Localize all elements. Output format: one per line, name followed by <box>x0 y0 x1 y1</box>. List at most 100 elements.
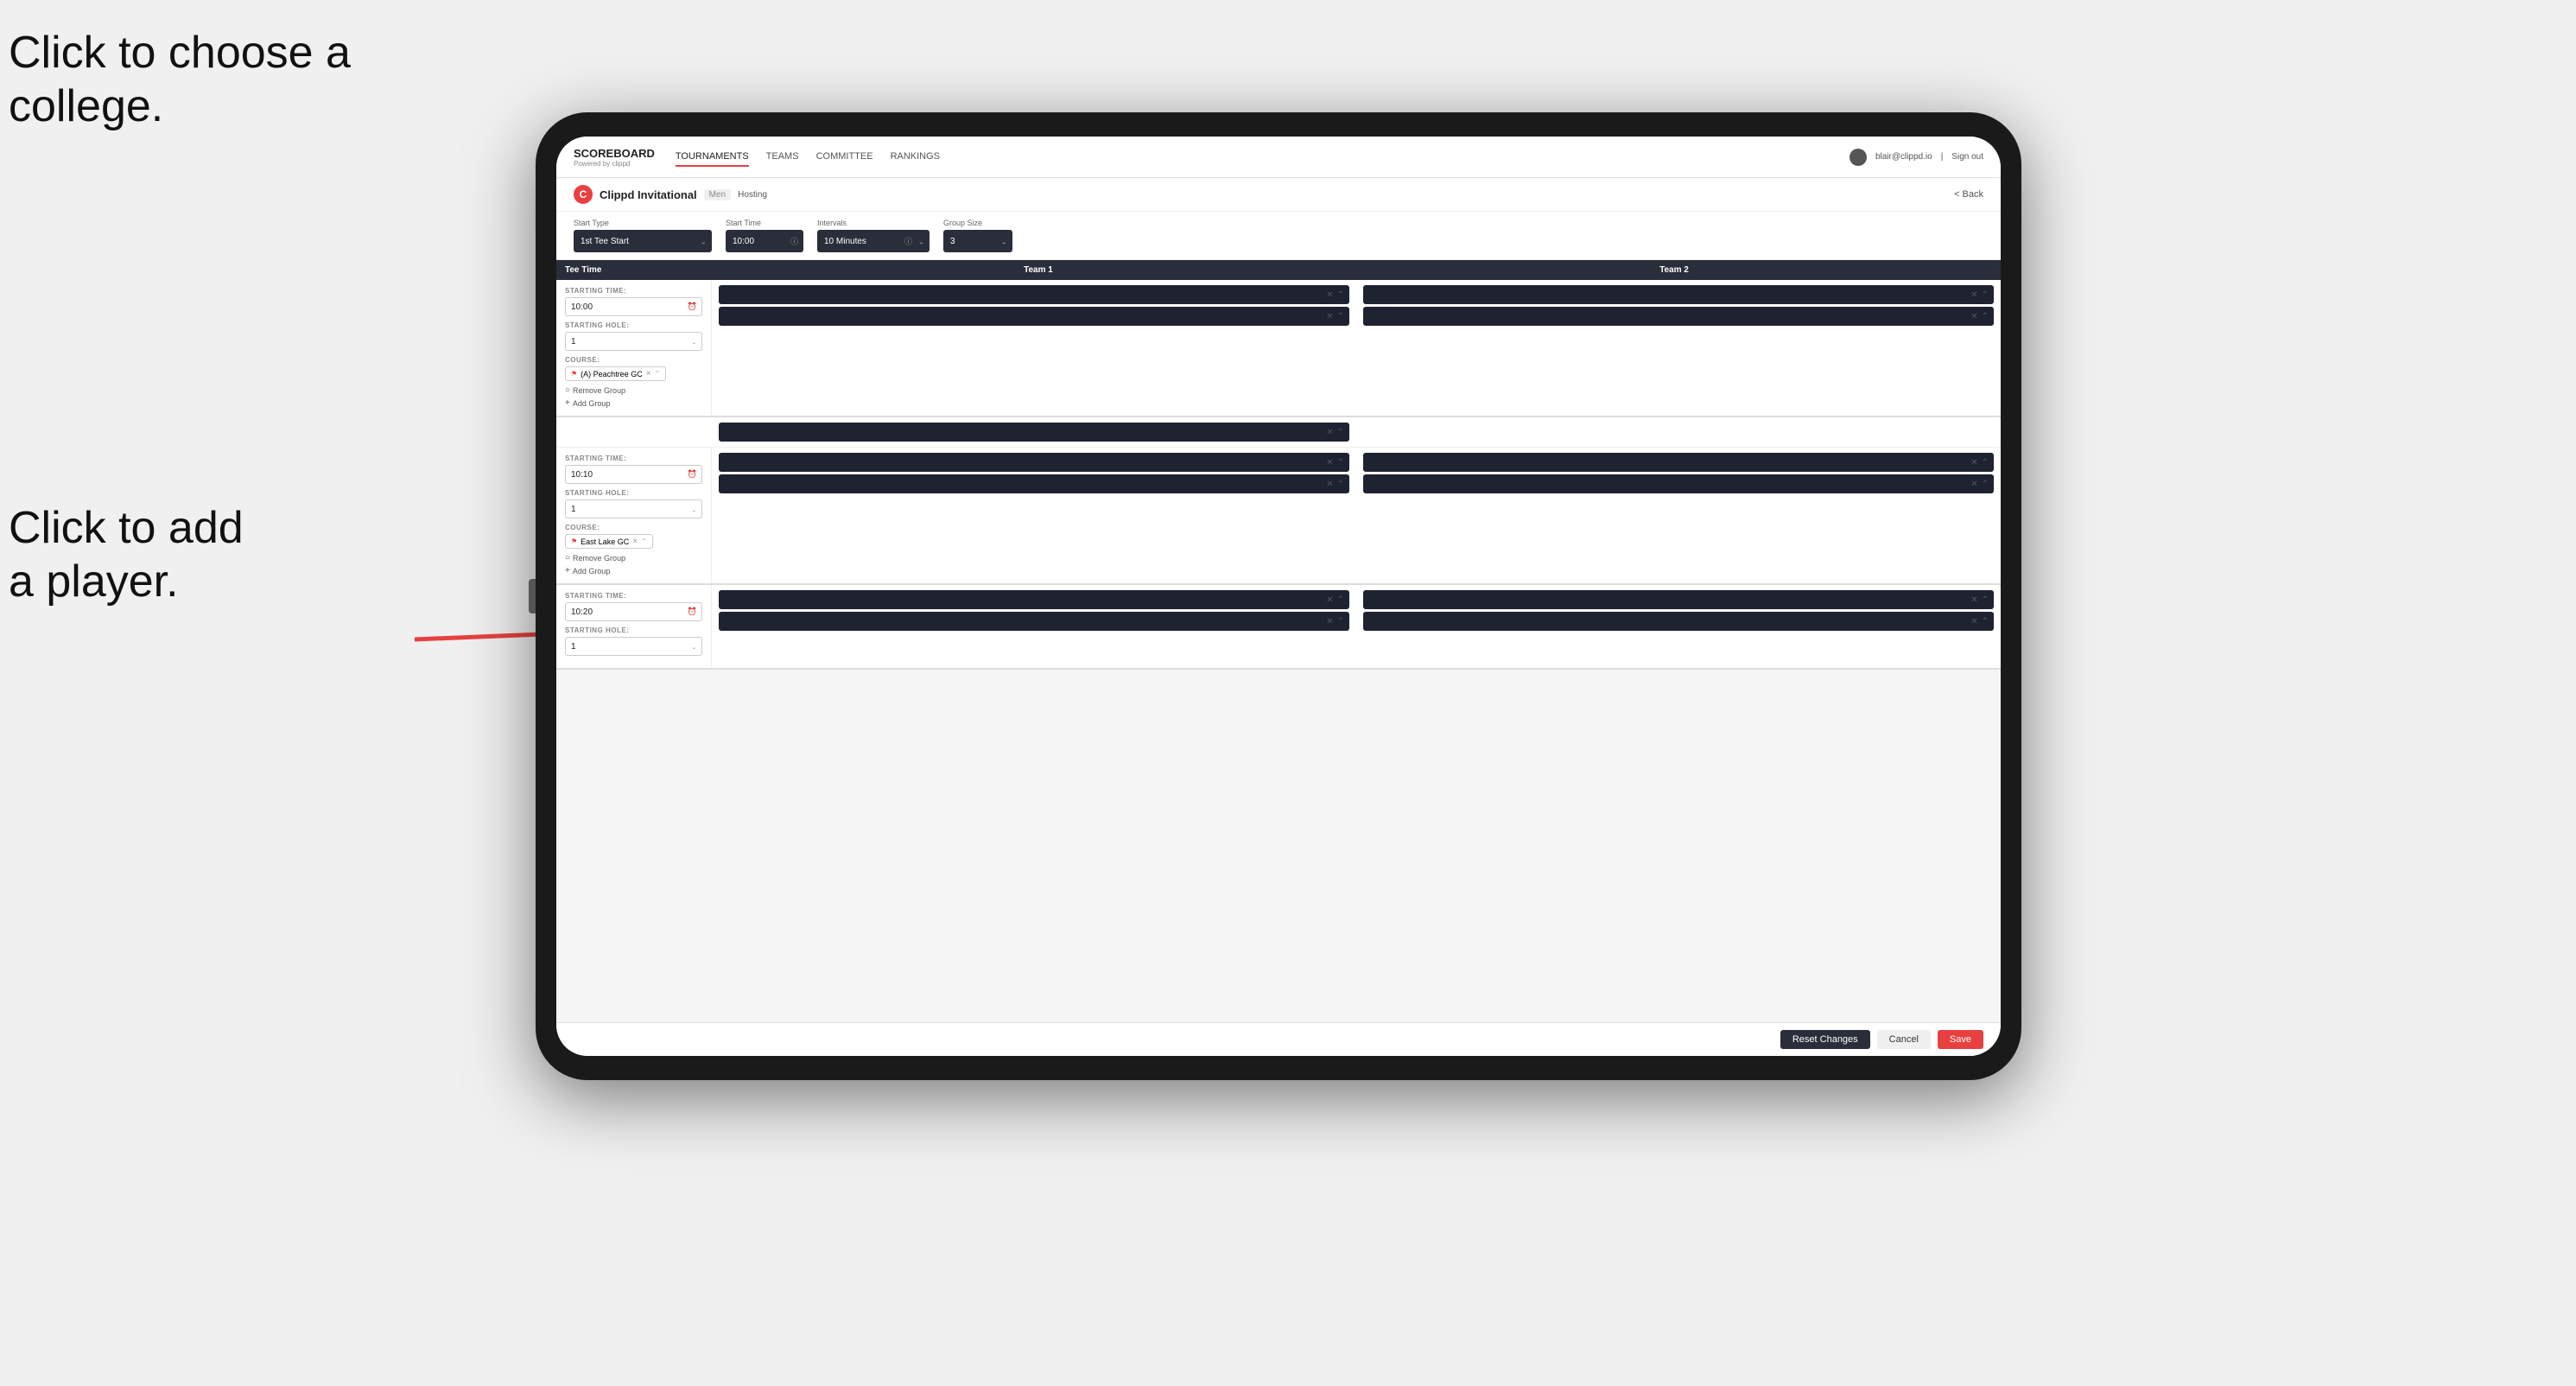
course-tag-1[interactable]: ⚑ (A) Peachtree GC × ⌃ <box>565 366 666 381</box>
group-1-team1: ✕ ⌃ ✕ ⌃ <box>712 280 1356 416</box>
nav-rankings[interactable]: RANKINGS <box>891 148 940 167</box>
tablet-side-button <box>529 579 536 614</box>
expand-icon-1-5[interactable]: ⌃ <box>1337 428 1344 437</box>
close-icon-2-1[interactable]: ✕ <box>1326 458 1333 467</box>
starting-time-input-3[interactable] <box>565 602 702 621</box>
course-expand-2[interactable]: ⌃ <box>641 537 647 545</box>
starting-time-input-wrap-2: ⏰ <box>565 465 702 484</box>
intervals-label: Intervals <box>817 219 930 227</box>
intervals-select[interactable]: 10 Minutes <box>817 230 930 252</box>
expand-icon-1-2[interactable]: ⌃ <box>1337 312 1344 321</box>
start-type-label: Start Type <box>574 219 712 227</box>
expand-icon-2-4[interactable]: ⌃ <box>1982 480 1989 489</box>
annotation-add-player: Click to add a player. <box>9 501 244 609</box>
player-slot-2-4: ✕ ⌃ <box>1363 474 1994 493</box>
table-header: Tee Time Team 1 Team 2 <box>556 260 2001 280</box>
form-controls: Start Type 1st Tee Start Start Time ⓘ In… <box>556 212 2001 260</box>
close-icon-1-1[interactable]: ✕ <box>1326 290 1333 300</box>
player-slot-3-2: ✕ ⌃ <box>719 612 1349 631</box>
add-group-btn-1[interactable]: + Add Group <box>565 397 702 409</box>
expand-icon-2-1[interactable]: ⌃ <box>1337 458 1344 467</box>
start-type-select-wrap: 1st Tee Start <box>574 230 712 252</box>
time-icon-3: ⏰ <box>688 607 697 617</box>
close-icon-1-2[interactable]: ✕ <box>1326 312 1333 321</box>
expand-icon-2-3[interactable]: ⌃ <box>1982 458 1989 467</box>
close-icon-1-3[interactable]: ✕ <box>1970 290 1977 300</box>
nav-committee[interactable]: COMMITTEE <box>816 148 873 167</box>
user-email: blair@clippd.io <box>1875 152 1932 162</box>
add-group-btn-2[interactable]: + Add Group <box>565 565 702 576</box>
expand-icon-3-1[interactable]: ⌃ <box>1337 595 1344 605</box>
group-1-extra-sidebar <box>556 417 712 447</box>
starting-hole-select-1[interactable]: 1 <box>565 332 702 351</box>
remove-icon-2: ○ <box>565 553 570 563</box>
close-icon-1-4[interactable]: ✕ <box>1970 312 1977 321</box>
close-icon-3-2[interactable]: ✕ <box>1326 617 1333 626</box>
intervals-group: Intervals 10 Minutes ⓘ <box>817 219 930 252</box>
close-icon-2-4[interactable]: ✕ <box>1970 480 1977 489</box>
brand-logo: SCOREBOARD Powered by clippd <box>574 147 655 168</box>
expand-icon-1-3[interactable]: ⌃ <box>1982 290 1989 300</box>
event-gender-badge: Men <box>704 189 731 200</box>
starting-time-input-2[interactable] <box>565 465 702 484</box>
player-slot-1-2: ✕ ⌃ <box>719 307 1349 326</box>
start-type-group: Start Type 1st Tee Start <box>574 219 712 252</box>
footer: Reset Changes Cancel Save <box>556 1022 2001 1056</box>
nav-teams[interactable]: TEAMS <box>766 148 799 167</box>
starting-time-input-1[interactable] <box>565 297 702 316</box>
sign-out-link[interactable]: Sign out <box>1951 152 1983 162</box>
group-1-team1-extra: ✕ ⌃ <box>712 417 1356 447</box>
time-icon-2: ⏰ <box>688 470 697 480</box>
group-size-select[interactable]: 3 <box>943 230 1012 252</box>
expand-icon-3-4[interactable]: ⌃ <box>1982 617 1989 626</box>
reset-changes-button[interactable]: Reset Changes <box>1780 1030 1870 1049</box>
expand-icon-3-2[interactable]: ⌃ <box>1337 617 1344 626</box>
close-icon-2-3[interactable]: ✕ <box>1970 458 1977 467</box>
close-icon-3-1[interactable]: ✕ <box>1326 595 1333 605</box>
remove-group-btn-2[interactable]: ○ Remove Group <box>565 552 702 563</box>
expand-icon-2-2[interactable]: ⌃ <box>1337 480 1344 489</box>
save-button[interactable]: Save <box>1938 1030 1983 1049</box>
group-size-group: Group Size 3 <box>943 219 1012 252</box>
player-slot-3-1: ✕ ⌃ <box>719 590 1349 609</box>
cancel-button[interactable]: Cancel <box>1877 1030 1931 1049</box>
course-icon-1: ⚑ <box>571 370 577 378</box>
expand-icon-1-1[interactable]: ⌃ <box>1337 290 1344 300</box>
course-remove-2[interactable]: × <box>632 537 638 546</box>
col-tee-time: Tee Time <box>565 265 720 275</box>
starting-hole-select-3[interactable]: 1 <box>565 637 702 656</box>
col-team1: Team 1 <box>720 265 1356 275</box>
starting-hole-label-3: STARTING HOLE: <box>565 626 702 634</box>
back-button[interactable]: < Back <box>1954 189 1983 200</box>
starting-hole-select-2[interactable]: 1 <box>565 499 702 518</box>
user-avatar <box>1850 149 1867 166</box>
sidebar-actions-2: ○ Remove Group + Add Group <box>565 552 702 576</box>
close-icon-3-3[interactable]: ✕ <box>1970 595 1977 605</box>
player-slot-1-1: ✕ ⌃ <box>719 285 1349 304</box>
group-row-1: STARTING TIME: ⏰ STARTING HOLE: 1 COURSE… <box>556 280 2001 417</box>
course-expand-1[interactable]: ⌃ <box>655 370 661 378</box>
close-icon-2-2[interactable]: ✕ <box>1326 480 1333 489</box>
group-row-3: STARTING TIME: ⏰ STARTING HOLE: 1 ✕ <box>556 585 2001 670</box>
starting-time-input-wrap-1: ⏰ <box>565 297 702 316</box>
player-slot-2-3: ✕ ⌃ <box>1363 453 1994 472</box>
expand-icon-1-4[interactable]: ⌃ <box>1982 312 1989 321</box>
close-icon-1-5[interactable]: ✕ <box>1326 428 1333 437</box>
nav-tournaments[interactable]: TOURNAMENTS <box>676 148 749 167</box>
tablet-screen: SCOREBOARD Powered by clippd TOURNAMENTS… <box>556 137 2001 1056</box>
group-3-team2: ✕ ⌃ ✕ ⌃ <box>1356 585 2001 668</box>
start-type-select[interactable]: 1st Tee Start <box>574 230 712 252</box>
close-icon-3-4[interactable]: ✕ <box>1970 617 1977 626</box>
starting-time-input-wrap-3: ⏰ <box>565 602 702 621</box>
annotation-choose-college: Click to choose a college. <box>9 26 351 134</box>
course-remove-1[interactable]: × <box>646 369 651 378</box>
sub-header: C Clippd Invitational Men Hosting < Back <box>556 178 2001 212</box>
starting-hole-select-wrap-3: 1 <box>565 637 702 656</box>
course-tag-2[interactable]: ⚑ East Lake GC × ⌃ <box>565 534 653 549</box>
expand-icon-3-3[interactable]: ⌃ <box>1982 595 1989 605</box>
starting-time-label-2: STARTING TIME: <box>565 455 702 462</box>
course-name-2: East Lake GC <box>581 537 629 546</box>
remove-group-btn-1[interactable]: ○ Remove Group <box>565 385 702 396</box>
group-size-label: Group Size <box>943 219 1012 227</box>
hosting-badge: Hosting <box>738 190 767 200</box>
